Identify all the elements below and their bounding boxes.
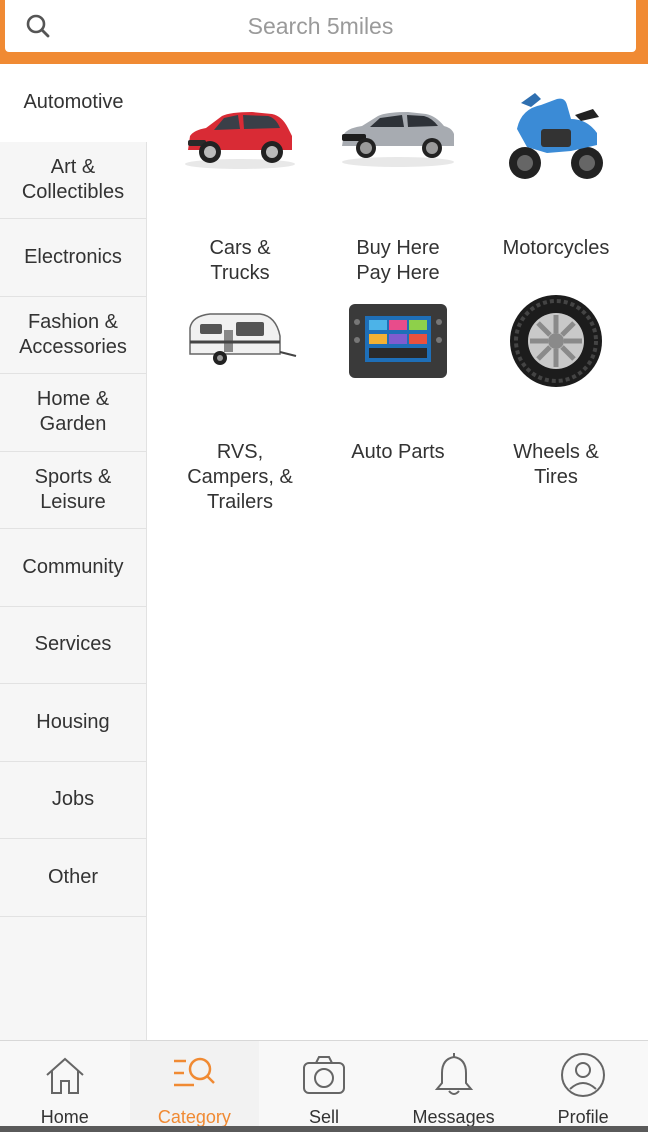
sidebar-item-community[interactable]: Community (0, 529, 146, 607)
category-label: Motorcycles (502, 237, 610, 259)
sidebar-item-other[interactable]: Other (0, 839, 146, 917)
sidebar-item-home-garden[interactable]: Home & Garden (0, 374, 146, 452)
tab-home[interactable]: Home (0, 1041, 130, 1132)
category-sidebar: Automotive Art & Collectibles Electronic… (0, 64, 147, 1040)
tab-label: Sell (308, 1107, 339, 1127)
sidebar-item-electronics[interactable]: Electronics (0, 219, 146, 297)
sidebar-item-art-collectibles[interactable]: Art & Collectibles (0, 142, 146, 219)
category-label: Auto Parts (351, 441, 445, 463)
tab-sell[interactable]: Sell (259, 1041, 389, 1132)
car-stereo-icon (333, 286, 463, 396)
subcategory-grid: Cars & Trucks Buy Here Pay Here Motorcyc… (147, 64, 648, 1040)
category-tile-wheels-tires[interactable]: Wheels & Tires (478, 286, 634, 490)
search-placeholder: Search 5miles (247, 12, 394, 39)
sidebar-item-automotive[interactable]: Automotive (0, 64, 147, 142)
category-label: Wheels & Tires (513, 441, 599, 488)
search-header: Search 5miles (0, 0, 648, 64)
bottom-tab-bar: Home Category Sell Messages Profile (0, 1040, 648, 1132)
camper-trailer-icon (175, 286, 305, 396)
camera-icon (302, 1056, 345, 1094)
tab-label: Home (40, 1107, 89, 1127)
category-tile-cars-trucks[interactable]: Cars & Trucks (162, 82, 318, 286)
blue-motorcycle-icon (491, 82, 621, 192)
bottom-edge (0, 1126, 648, 1132)
tab-category[interactable]: Category (129, 1041, 260, 1132)
category-label: Buy Here Pay Here (356, 237, 440, 284)
sidebar-item-sports-leisure[interactable]: Sports & Leisure (0, 452, 146, 529)
bell-icon (434, 1053, 473, 1095)
sidebar-item-services[interactable]: Services (0, 607, 146, 684)
silver-sedan-icon (333, 82, 463, 192)
search-input[interactable]: Search 5miles (5, 0, 636, 52)
sidebar-item-housing[interactable]: Housing (0, 684, 146, 762)
sidebar-item-fashion-accessories[interactable]: Fashion & Accessories (0, 297, 146, 374)
red-suv-icon (175, 82, 305, 192)
tab-profile[interactable]: Profile (518, 1041, 648, 1132)
search-icon (26, 14, 50, 38)
home-icon (46, 1057, 84, 1094)
profile-icon (561, 1053, 606, 1097)
category-label: RVS, Campers, & Trailers (187, 441, 293, 513)
tab-label: Category (157, 1107, 231, 1127)
category-tile-rvs-campers-trailers[interactable]: RVS, Campers, & Trailers (162, 286, 318, 515)
tab-label: Profile (557, 1107, 609, 1127)
category-label: Cars & Trucks (209, 237, 271, 284)
category-tile-motorcycles[interactable]: Motorcycles (478, 82, 634, 261)
sidebar-item-jobs[interactable]: Jobs (0, 762, 146, 839)
tab-messages[interactable]: Messages (389, 1041, 519, 1132)
tab-label: Messages (412, 1107, 495, 1127)
category-tile-auto-parts[interactable]: Auto Parts (320, 286, 476, 465)
tire-icon (491, 286, 621, 396)
category-search-icon (174, 1057, 216, 1087)
category-tile-buy-here-pay-here[interactable]: Buy Here Pay Here (320, 82, 476, 286)
